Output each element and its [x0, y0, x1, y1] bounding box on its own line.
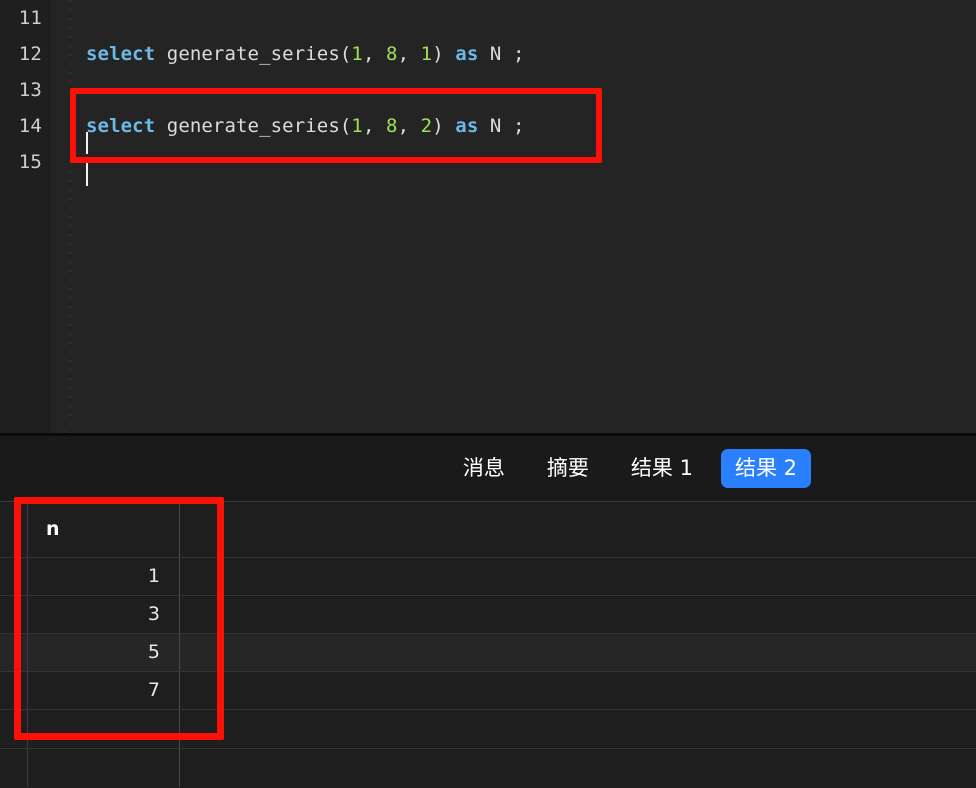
code-token-num: 2 [420, 115, 433, 137]
tab-result-2[interactable]: 结果 2 [720, 449, 811, 488]
tab-summary[interactable]: 摘要 [533, 449, 603, 487]
result-grid[interactable]: n 1 3 5 7 [0, 502, 976, 788]
row-filler-cell [180, 558, 976, 595]
tab-result-1[interactable]: 结果 1 [617, 449, 707, 487]
row-filler-cell [180, 749, 976, 787]
row-filler-cell [180, 710, 976, 748]
row-number-cell [0, 672, 28, 709]
cell-n[interactable] [28, 749, 180, 787]
row-filler-cell [180, 596, 976, 633]
code-token-pun: , [362, 115, 387, 137]
text-caret [86, 132, 88, 154]
table-row-empty[interactable] [0, 749, 976, 787]
code-token-pun: ( [339, 115, 352, 137]
row-number-cell [0, 558, 28, 595]
code-token-pun [155, 115, 167, 137]
code-token-num: 8 [386, 43, 398, 65]
code-token-kw: as [455, 115, 479, 137]
code-token-pun: ( [339, 43, 352, 65]
code-token-num: 1 [351, 115, 363, 137]
code-token-pun: N ; [478, 115, 525, 137]
line-number: 15 [18, 151, 42, 173]
code-token-pun: , [362, 43, 387, 65]
code-line-15[interactable] [51, 144, 976, 180]
row-number-cell [0, 749, 28, 787]
header-filler-cell [180, 502, 976, 557]
row-number-cell [0, 634, 28, 671]
column-header-n[interactable]: n [28, 502, 180, 557]
code-token-kw: as [455, 43, 479, 65]
code-token-pun: , [397, 43, 421, 65]
cell-n[interactable]: 7 [28, 672, 180, 709]
line-number: 12 [18, 43, 42, 65]
row-number-cell [0, 596, 28, 633]
code-token-pun: ) [432, 43, 456, 65]
code-line-14[interactable]: select generate_series(1, 8, 2) as N ; [51, 108, 976, 144]
code-token-id: generate_series [166, 115, 340, 137]
table-row[interactable]: 1 [0, 558, 976, 596]
code-token-pun [155, 43, 167, 65]
results-pane: 消息 摘要 结果 1 结果 2 n 1 3 5 7 [0, 436, 976, 788]
line-number: 11 [18, 7, 42, 29]
code-token-kw: select [86, 43, 156, 65]
line-number: 13 [18, 79, 42, 101]
code-line-12[interactable]: select generate_series(1, 8, 1) as N ; [51, 36, 976, 72]
row-filler-cell [180, 634, 976, 671]
code-token-num: 8 [386, 115, 398, 137]
editor-code-area[interactable]: select generate_series(1, 8, 1) as N ; s… [51, 0, 976, 433]
text-caret [86, 160, 88, 186]
code-token-num: 1 [420, 43, 433, 65]
table-row[interactable]: 3 [0, 596, 976, 634]
table-row[interactable]: 7 [0, 672, 976, 710]
cell-n[interactable]: 1 [28, 558, 180, 595]
cell-n[interactable]: 3 [28, 596, 180, 633]
editor-line-number-gutter: 11 12 13 14 15 [0, 0, 51, 433]
cell-n[interactable] [28, 710, 180, 748]
code-line-11[interactable] [51, 0, 976, 36]
code-token-pun: , [397, 115, 421, 137]
code-token-pun: N ; [478, 43, 525, 65]
code-token-num: 1 [351, 43, 363, 65]
tab-messages[interactable]: 消息 [449, 449, 519, 487]
table-row[interactable]: 5 [0, 634, 976, 672]
sql-editor-pane[interactable]: 11 12 13 14 15 select generate_series(1,… [0, 0, 976, 433]
cell-n[interactable]: 5 [28, 634, 180, 671]
code-token-id: generate_series [166, 43, 340, 65]
results-tab-bar: 消息 摘要 结果 1 结果 2 [0, 436, 976, 502]
header-rownum-cell [0, 502, 28, 557]
code-line-13[interactable] [51, 72, 976, 108]
code-token-kw: select [86, 115, 156, 137]
row-number-cell [0, 710, 28, 748]
code-token-pun: ) [432, 115, 456, 137]
table-row-empty[interactable] [0, 710, 976, 749]
line-number: 14 [18, 115, 42, 137]
row-filler-cell [180, 672, 976, 709]
sql-editor-app: 11 12 13 14 15 select generate_series(1,… [0, 0, 976, 788]
table-header-row: n [0, 502, 976, 558]
